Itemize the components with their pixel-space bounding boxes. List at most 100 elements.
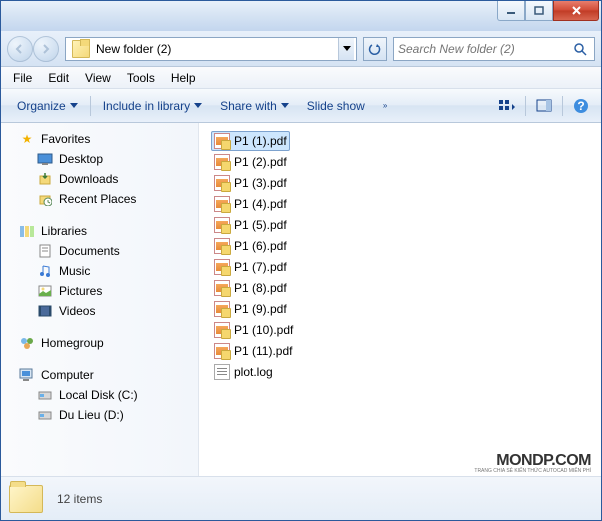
file-name: P1 (8).pdf	[234, 281, 287, 295]
preview-pane-button[interactable]	[532, 94, 556, 118]
file-name: P1 (6).pdf	[234, 239, 287, 253]
favorites-header[interactable]: ★ Favorites	[1, 129, 198, 149]
nav-music[interactable]: Music	[1, 261, 198, 281]
nav-arrows	[7, 36, 59, 62]
nav-pictures[interactable]: Pictures	[1, 281, 198, 301]
file-item[interactable]: P1 (3).pdf	[211, 173, 290, 193]
view-options-button[interactable]	[495, 94, 519, 118]
nav-label: Videos	[59, 304, 95, 318]
pdf-icon	[214, 196, 230, 212]
separator	[90, 96, 91, 116]
pdf-icon	[214, 301, 230, 317]
file-item[interactable]: P1 (8).pdf	[211, 278, 290, 298]
close-button[interactable]	[553, 1, 599, 21]
homegroup-header[interactable]: Homegroup	[1, 333, 198, 353]
menu-edit[interactable]: Edit	[40, 69, 77, 87]
status-text: 12 items	[57, 492, 102, 506]
file-item[interactable]: P1 (5).pdf	[211, 215, 290, 235]
pdf-icon	[214, 343, 230, 359]
file-item[interactable]: P1 (2).pdf	[211, 152, 290, 172]
organize-button[interactable]: Organize	[9, 95, 86, 117]
navigation-bar: New folder (2)	[1, 31, 601, 67]
share-with-button[interactable]: Share with	[212, 95, 297, 117]
titlebar	[1, 1, 601, 31]
desktop-icon	[37, 151, 53, 167]
file-item[interactable]: P1 (11).pdf	[211, 341, 295, 361]
overflow-button[interactable]: »	[375, 97, 395, 114]
explorer-window: New folder (2) File Edit View Tools Help…	[0, 0, 602, 521]
nav-videos[interactable]: Videos	[1, 301, 198, 321]
include-label: Include in library	[103, 99, 190, 113]
libraries-group: Libraries Documents Music Pictures Video…	[1, 221, 198, 321]
file-list-pane[interactable]: P1 (1).pdf P1 (2).pdf P1 (3).pdf P1 (4).pdf…	[199, 123, 601, 476]
file-item[interactable]: P1 (1).pdf	[211, 131, 290, 151]
address-bar[interactable]: New folder (2)	[65, 37, 357, 61]
minimize-button[interactable]	[497, 1, 525, 21]
address-dropdown[interactable]	[338, 38, 354, 60]
organize-label: Organize	[17, 99, 66, 113]
back-button[interactable]	[7, 36, 33, 62]
documents-icon	[37, 243, 53, 259]
pdf-icon	[214, 154, 230, 170]
maximize-button[interactable]	[525, 1, 553, 21]
file-item[interactable]: P1 (7).pdf	[211, 257, 290, 277]
favorites-group: ★ Favorites Desktop Downloads Recent Pla…	[1, 129, 198, 209]
search-input[interactable]	[398, 42, 570, 56]
nav-du-lieu-d[interactable]: Du Lieu (D:)	[1, 405, 198, 425]
file-name: P1 (7).pdf	[234, 260, 287, 274]
pdf-icon	[214, 280, 230, 296]
disk-icon	[37, 387, 53, 403]
separator	[525, 96, 526, 116]
computer-icon	[19, 367, 35, 383]
slideshow-label: Slide show	[307, 99, 365, 113]
file-item[interactable]: P1 (6).pdf	[211, 236, 290, 256]
nav-label: Du Lieu (D:)	[59, 408, 124, 422]
status-bar: 12 items	[1, 476, 601, 520]
file-name: P1 (5).pdf	[234, 218, 287, 232]
pdf-icon	[214, 259, 230, 275]
search-box[interactable]	[393, 37, 595, 61]
nav-recent-places[interactable]: Recent Places	[1, 189, 198, 209]
computer-label: Computer	[41, 368, 94, 382]
pictures-icon	[37, 283, 53, 299]
file-item[interactable]: P1 (10).pdf	[211, 320, 296, 340]
dropdown-icon	[194, 103, 202, 108]
homegroup-group: Homegroup	[1, 333, 198, 353]
menu-help[interactable]: Help	[163, 69, 204, 87]
separator	[562, 96, 563, 116]
address-text: New folder (2)	[94, 42, 338, 56]
help-button[interactable]: ?	[569, 94, 593, 118]
file-item[interactable]: P1 (4).pdf	[211, 194, 290, 214]
toolbar-right: ?	[495, 94, 593, 118]
menu-file[interactable]: File	[5, 69, 40, 87]
pdf-icon	[214, 322, 230, 338]
file-item[interactable]: plot.log	[211, 362, 276, 382]
file-name: P1 (1).pdf	[234, 134, 287, 148]
favorites-label: Favorites	[41, 132, 90, 146]
nav-documents[interactable]: Documents	[1, 241, 198, 261]
include-library-button[interactable]: Include in library	[95, 95, 210, 117]
file-item[interactable]: P1 (9).pdf	[211, 299, 290, 319]
nav-label: Pictures	[59, 284, 102, 298]
libraries-label: Libraries	[41, 224, 87, 238]
file-name: P1 (2).pdf	[234, 155, 287, 169]
refresh-button[interactable]	[363, 37, 387, 61]
nav-desktop[interactable]: Desktop	[1, 149, 198, 169]
navigation-pane[interactable]: ★ Favorites Desktop Downloads Recent Pla…	[1, 123, 199, 476]
forward-button[interactable]	[33, 36, 59, 62]
file-name: P1 (4).pdf	[234, 197, 287, 211]
slideshow-button[interactable]: Slide show	[299, 95, 373, 117]
svg-text:?: ?	[577, 99, 584, 113]
menu-tools[interactable]: Tools	[119, 69, 163, 87]
computer-group: Computer Local Disk (C:) Du Lieu (D:)	[1, 365, 198, 425]
libraries-header[interactable]: Libraries	[1, 221, 198, 241]
nav-local-disk-c[interactable]: Local Disk (C:)	[1, 385, 198, 405]
file-name: P1 (11).pdf	[234, 344, 292, 358]
computer-header[interactable]: Computer	[1, 365, 198, 385]
search-icon[interactable]	[570, 42, 590, 56]
folder-icon	[72, 40, 90, 58]
file-name: P1 (3).pdf	[234, 176, 287, 190]
nav-downloads[interactable]: Downloads	[1, 169, 198, 189]
menu-view[interactable]: View	[77, 69, 119, 87]
log-icon	[214, 364, 230, 380]
